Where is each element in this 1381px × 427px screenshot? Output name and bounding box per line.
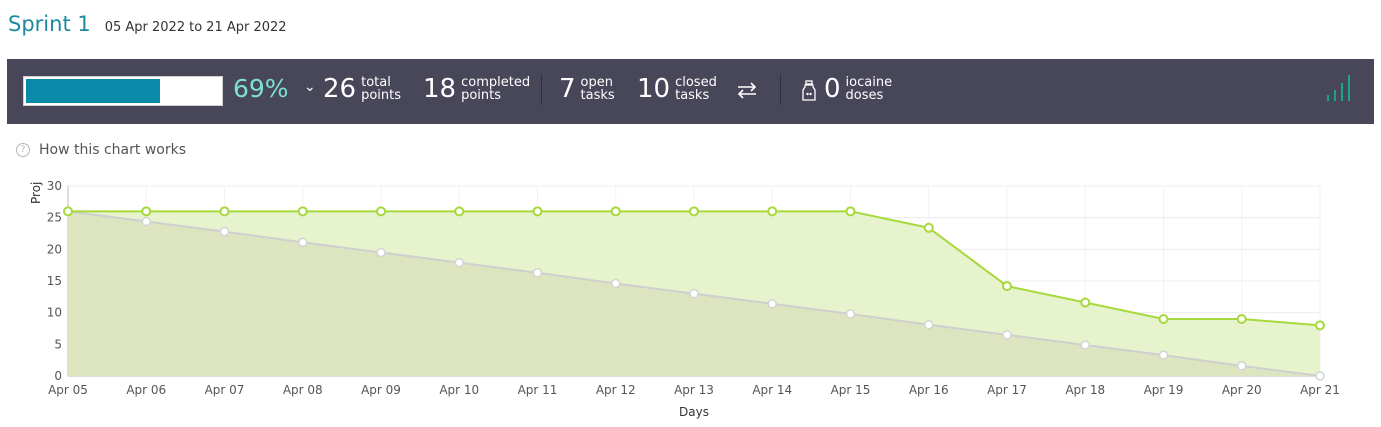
x-tick-label: Apr 21 — [1300, 383, 1340, 397]
real-point — [63, 206, 73, 217]
real-point — [376, 206, 386, 217]
real-point — [532, 206, 543, 217]
x-tick-label: Apr 09 — [361, 383, 401, 397]
y-axis-title: Proj — [29, 182, 43, 204]
ideal-point — [454, 257, 464, 268]
sprint-end-date: 21 Apr 2022 — [206, 20, 287, 35]
total-points-value: 26 — [323, 74, 357, 104]
closed-tasks-value: 10 — [637, 74, 671, 104]
x-axis-title: Days — [679, 405, 709, 419]
sprint-progress-fill — [26, 79, 160, 103]
closed-tasks-stat: 10 closed tasks — [637, 73, 717, 105]
question-circle-icon: ? — [16, 143, 30, 157]
ideal-point — [845, 309, 856, 319]
x-tick-label: Apr 19 — [1144, 383, 1184, 397]
ideal-point — [767, 299, 777, 309]
real-point — [1236, 314, 1247, 324]
sprint-stats-bar: 69% ⌄ 26 total points 18 completed points … — [7, 59, 1374, 124]
iocaine-bottle-icon — [801, 80, 817, 106]
ideal-point — [1237, 361, 1247, 371]
x-tick-label: Apr 08 — [283, 383, 323, 397]
ideal-point — [141, 216, 151, 227]
total-points-stat: 26 total points — [323, 73, 401, 105]
x-tick-label: Apr 20 — [1222, 383, 1262, 397]
total-points-label: total points — [361, 75, 402, 103]
real-point — [297, 206, 308, 217]
y-tick-label: 25 — [47, 211, 62, 225]
iocaine-value: 0 — [824, 74, 841, 104]
open-tasks-label: open tasks — [580, 75, 615, 103]
real-point — [767, 206, 778, 217]
y-tick-label: 5 — [54, 337, 62, 351]
real-point — [454, 206, 465, 217]
x-tick-label: Apr 17 — [987, 383, 1027, 397]
ideal-point — [1315, 371, 1325, 381]
x-tick-label: Apr 10 — [439, 383, 479, 397]
x-tick-label: Apr 14 — [752, 383, 792, 397]
y-tick-label: 10 — [47, 306, 62, 320]
real-point — [1002, 281, 1012, 292]
expand-stats-toggle[interactable]: ⌄ — [304, 79, 316, 95]
iocaine-stat: 0 iocaine doses — [824, 73, 892, 105]
ideal-point — [611, 278, 621, 289]
x-tick-label: Apr 16 — [909, 383, 949, 397]
sprint-dates: 05 Apr 2022 to 21 Apr 2022 — [105, 20, 287, 35]
ideal-point — [376, 247, 386, 258]
completed-points-stat: 18 completed points — [423, 73, 530, 105]
x-tick-label: Apr 12 — [596, 383, 636, 397]
real-point — [219, 206, 230, 217]
stats-divider — [780, 75, 781, 105]
x-tick-label: Apr 15 — [831, 383, 871, 397]
ideal-point — [1158, 350, 1169, 360]
ideal-point — [219, 226, 230, 237]
real-point — [1315, 320, 1325, 331]
real-point — [845, 206, 856, 217]
progress-percent: 69% — [233, 74, 289, 103]
iocaine-label: iocaine doses — [845, 75, 893, 103]
x-tick-label: Apr 13 — [674, 383, 714, 397]
sprint-header: Sprint 1 05 Apr 2022 to 21 Apr 2022 — [8, 12, 287, 36]
ideal-point — [924, 319, 934, 330]
real-point — [689, 206, 699, 217]
x-tick-label: Apr 07 — [205, 383, 245, 397]
x-tick-label: Apr 11 — [518, 383, 558, 397]
sprint-title[interactable]: Sprint 1 — [8, 12, 91, 36]
sprint-start-date: 05 Apr 2022 — [104, 20, 186, 35]
completed-points-value: 18 — [423, 74, 457, 104]
stats-divider — [541, 75, 542, 105]
real-point — [923, 222, 934, 233]
burndown-chart: 0 5 10 15 20 25 30 Apr 05 Apr 06 Apr 07 Apr 08 Apr … — [29, 179, 1340, 419]
open-tasks-value: 7 — [559, 74, 576, 104]
signal-bars-icon[interactable] — [1325, 73, 1355, 107]
ideal-point — [689, 288, 699, 299]
ideal-point — [532, 268, 543, 278]
real-point — [1080, 297, 1091, 308]
completed-points-label: completed points — [461, 75, 531, 103]
y-tick-label: 30 — [47, 179, 62, 193]
real-point — [141, 206, 152, 217]
open-tasks-stat: 7 open tasks — [559, 73, 615, 105]
real-point — [1158, 314, 1169, 324]
chart-help-label: How this chart works — [39, 142, 187, 158]
y-tick-label: 20 — [47, 242, 62, 256]
ideal-point — [1080, 340, 1090, 350]
y-tick-label: 15 — [47, 274, 62, 288]
x-tick-label: Apr 18 — [1065, 383, 1105, 397]
date-separator: to — [189, 20, 203, 35]
x-tick-label: Apr 06 — [126, 383, 166, 397]
chart-help-link[interactable]: ? How this chart works — [16, 142, 186, 158]
ideal-point — [1002, 330, 1012, 340]
closed-tasks-label: closed tasks — [675, 75, 717, 103]
swap-arrows-icon[interactable] — [735, 79, 759, 105]
y-tick-label: 0 — [54, 369, 62, 383]
x-tick-label: Apr 05 — [48, 383, 88, 397]
ideal-point — [298, 237, 308, 248]
sprint-progress-bar — [23, 76, 223, 106]
real-point — [610, 206, 621, 217]
